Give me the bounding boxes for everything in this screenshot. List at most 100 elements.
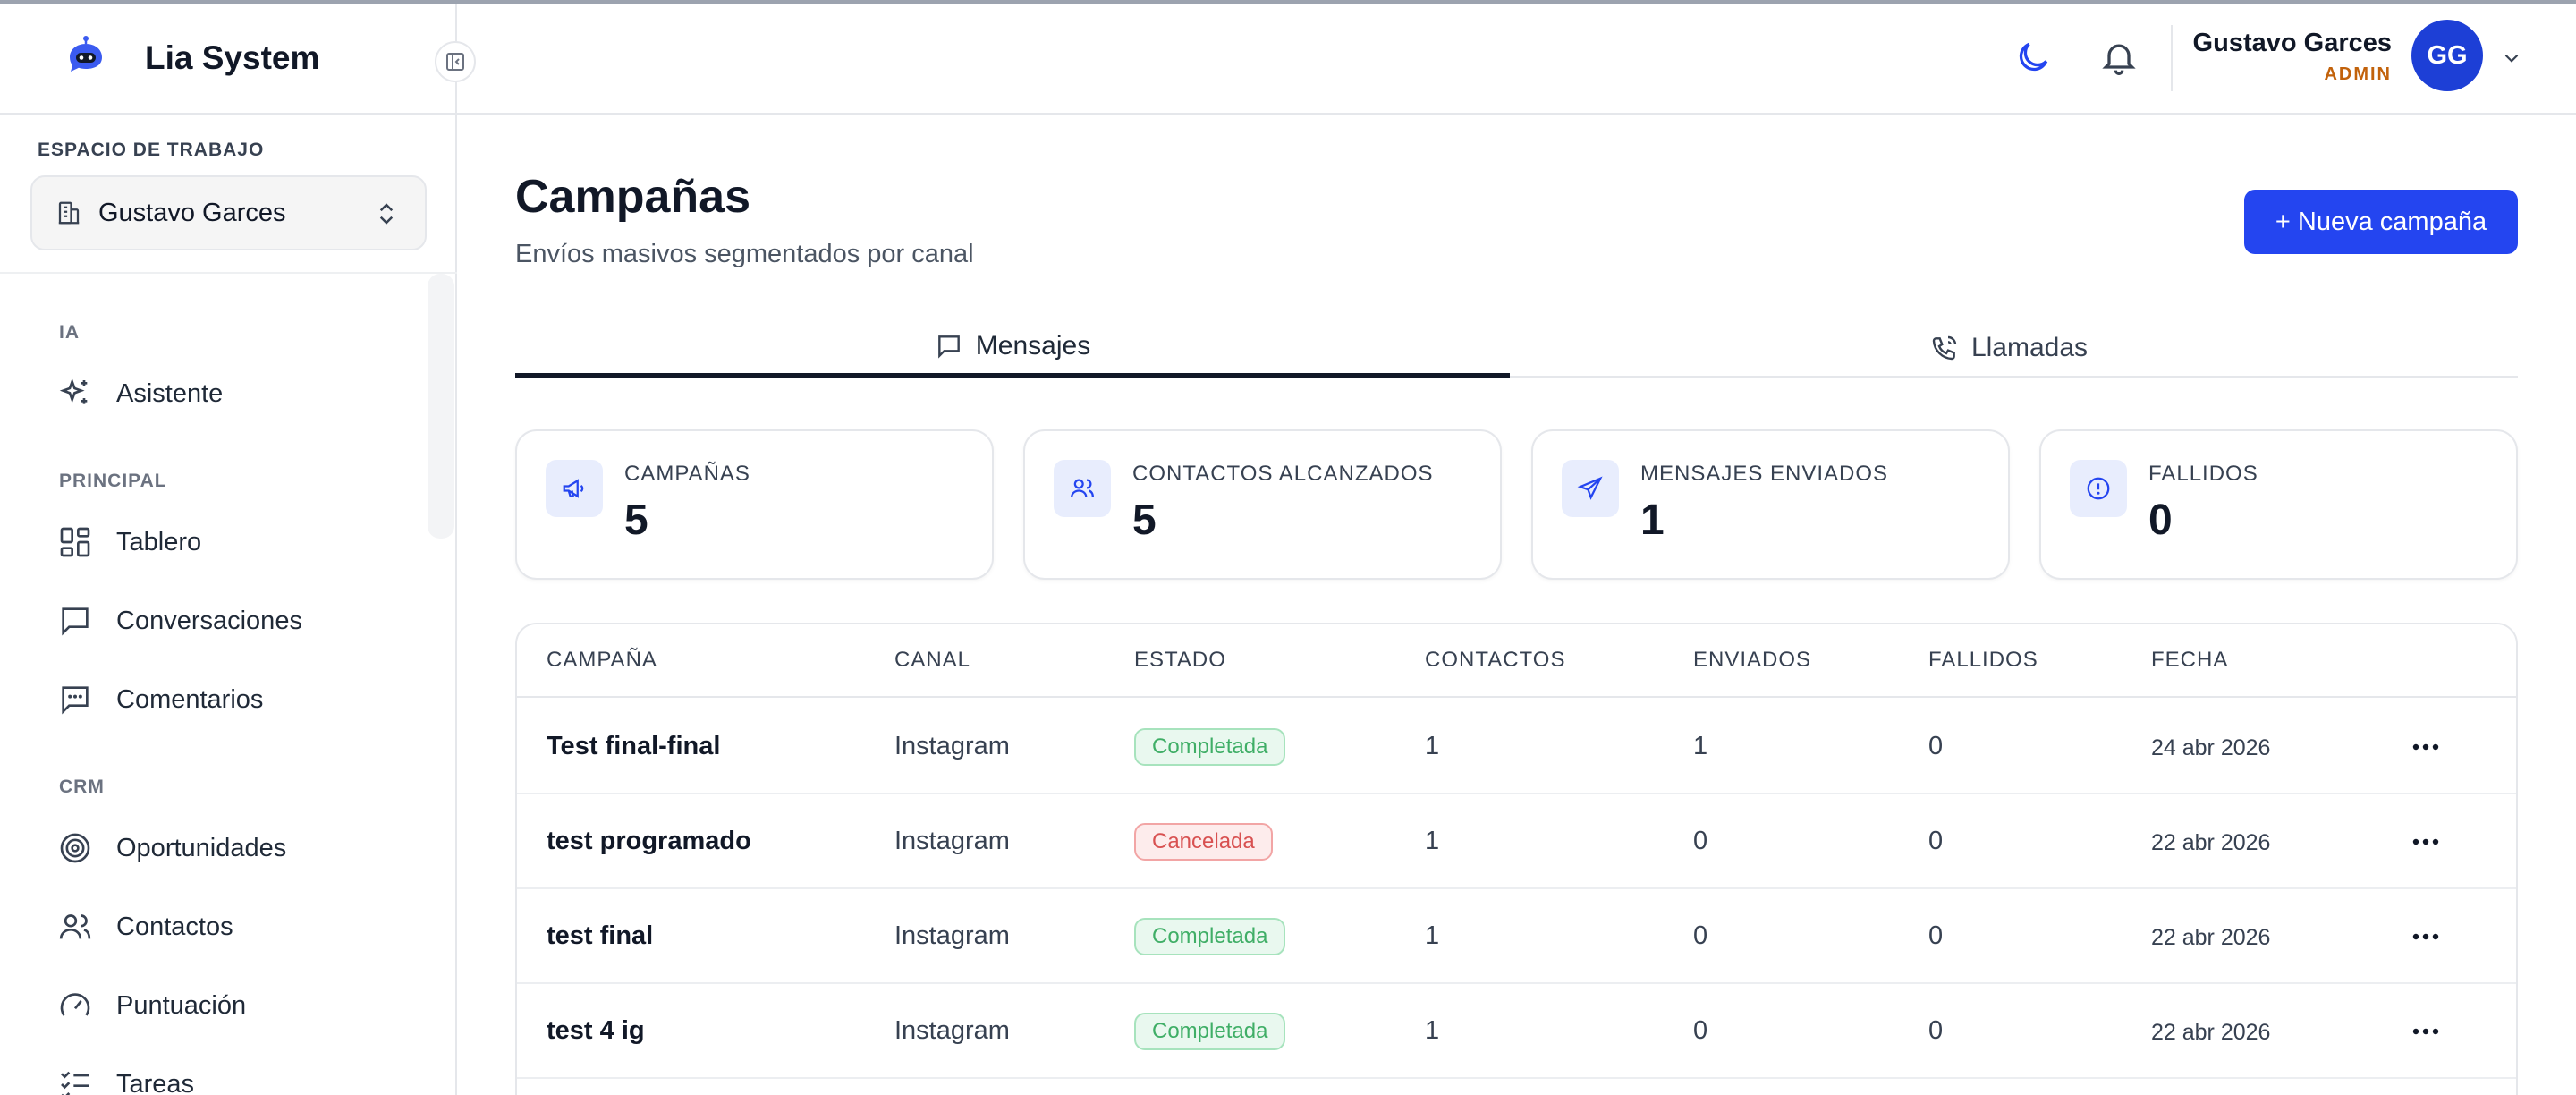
- campaign-date: 22 abr 2026: [2151, 925, 2271, 950]
- table-row[interactable]: Test final-final Instagram Completada 1 …: [517, 700, 2516, 794]
- stat-icon-wrap: [1054, 460, 1111, 517]
- sidebar-item-label: Conversaciones: [116, 606, 302, 635]
- status-badge: Completada: [1134, 1013, 1286, 1050]
- header-separator: [2171, 25, 2173, 91]
- workspace-name: Gustavo Garces: [98, 198, 286, 227]
- campaign-name: test programado: [547, 827, 751, 855]
- list-checks-icon: [61, 1071, 89, 1095]
- campaign-contacts: 1: [1425, 1016, 1440, 1045]
- campaign-failed: 0: [1928, 827, 1944, 855]
- gauge-icon: [60, 993, 90, 1016]
- more-horizontal-icon: [2412, 838, 2439, 845]
- sidebar: Lia System ESPACIO DE TRABAJO Gustavo Ga…: [0, 4, 457, 1095]
- sidebar-item-tablero[interactable]: Tablero: [57, 515, 201, 569]
- campaigns-table: CAMPAÑA CANAL ESTADO CONTACTOS ENVIADOS …: [515, 623, 2518, 1095]
- sidebar-item-comentarios[interactable]: Comentarios: [57, 673, 263, 726]
- campaign-sent: 0: [1693, 1016, 1708, 1045]
- table-row[interactable]: test 4 ig Instagram Completada 1 0 0 22 …: [517, 984, 2516, 1079]
- stat-value: 0: [2148, 497, 2173, 544]
- campaign-name: test 4 ig: [547, 1016, 645, 1045]
- row-actions-button[interactable]: [2408, 923, 2444, 950]
- workspace-selector[interactable]: Gustavo Garces: [30, 175, 427, 250]
- stat-value: 1: [1640, 497, 1665, 544]
- stat-label: CONTACTOS ALCANZADOS: [1132, 462, 1434, 486]
- more-horizontal-icon: [2412, 743, 2439, 751]
- sidebar-item-oportunidades[interactable]: Oportunidades: [57, 821, 286, 875]
- table-row[interactable]: test final Instagram Completada 1 0 0 22…: [517, 889, 2516, 984]
- stat-label: CAMPAÑAS: [624, 462, 750, 486]
- campaign-channel: Instagram: [894, 732, 1010, 760]
- sidebar-item-tareas[interactable]: Tareas: [57, 1057, 194, 1095]
- campaign-failed: 0: [1928, 921, 1944, 950]
- dashboard-icon: [60, 527, 90, 557]
- sidebar-item-puntuacion[interactable]: Puntuación: [57, 979, 246, 1032]
- campaign-sent: 1: [1693, 732, 1708, 760]
- column-header-campana[interactable]: CAMPAÑA: [547, 648, 657, 673]
- campaign-contacts: 1: [1425, 827, 1440, 855]
- page-title: Campañas: [515, 171, 750, 223]
- sidebar-item-contactos[interactable]: Contactos: [57, 900, 233, 954]
- column-header-enviados[interactable]: ENVIADOS: [1693, 648, 1811, 673]
- section-label-ia: IA: [59, 322, 80, 343]
- sidebar-item-conversaciones[interactable]: Conversaciones: [57, 594, 302, 648]
- stat-card-campanas: CAMPAÑAS 5: [515, 429, 994, 580]
- message-square-icon: [937, 335, 960, 359]
- campaign-channel: Instagram: [894, 827, 1010, 855]
- workspace-label: ESPACIO DE TRABAJO: [38, 140, 265, 160]
- section-label-crm: CRM: [59, 777, 105, 797]
- sidebar-item-label: Comentarios: [116, 684, 264, 714]
- chevron-down-icon[interactable]: [2500, 47, 2523, 70]
- campaign-channel: Instagram: [894, 921, 1010, 950]
- campaign-name: Test final-final: [547, 732, 721, 760]
- stat-card-contactos: CONTACTOS ALCANZADOS 5: [1023, 429, 1502, 580]
- stat-icon-wrap: [2070, 460, 2127, 517]
- column-header-estado[interactable]: ESTADO: [1134, 648, 1226, 673]
- stat-icon-wrap: [546, 460, 603, 517]
- row-actions-button[interactable]: [2408, 828, 2444, 855]
- avatar[interactable]: GG: [2411, 20, 2483, 91]
- tab-mensajes[interactable]: Mensajes: [515, 318, 1510, 378]
- brand-header: Lia System: [0, 4, 457, 115]
- sidebar-item-label: Tareas: [116, 1069, 195, 1095]
- collapse-sidebar-button[interactable]: [435, 41, 476, 82]
- divider: [0, 272, 457, 274]
- more-horizontal-icon: [2412, 1028, 2439, 1035]
- campaign-sent: 0: [1693, 921, 1708, 950]
- campaign-date: 24 abr 2026: [2151, 735, 2271, 760]
- column-header-fecha[interactable]: FECHA: [2151, 648, 2228, 673]
- campaign-channel: Instagram: [894, 1016, 1010, 1045]
- sidebar-item-label: Oportunidades: [116, 833, 287, 862]
- users-icon: [59, 914, 91, 939]
- table-row[interactable]: test programado Instagram Cancelada 1 0 …: [517, 794, 2516, 889]
- column-header-canal[interactable]: CANAL: [894, 648, 970, 673]
- sidebar-scrollbar[interactable]: [428, 274, 454, 539]
- campaign-failed: 0: [1928, 1016, 1944, 1045]
- sidebar-item-asistente[interactable]: Asistente: [57, 367, 223, 420]
- message-dots-icon: [62, 686, 89, 715]
- tab-llamadas[interactable]: Llamadas: [1512, 318, 2506, 378]
- new-campaign-button[interactable]: + Nueva campaña: [2244, 190, 2518, 254]
- moon-icon[interactable]: [2013, 38, 2053, 77]
- page-subtitle: Envíos masivos segmentados por canal: [515, 240, 974, 268]
- tab-label: Llamadas: [1970, 333, 2089, 362]
- campaign-contacts: 1: [1425, 732, 1440, 760]
- campaign-sent: 0: [1693, 827, 1708, 855]
- row-actions-button[interactable]: [2408, 734, 2444, 760]
- tab-label: Mensajes: [975, 330, 1091, 361]
- row-actions-button[interactable]: [2408, 1018, 2444, 1045]
- channel-tabs: Mensajes Llamadas: [515, 318, 2518, 378]
- table-header: CAMPAÑA CANAL ESTADO CONTACTOS ENVIADOS …: [517, 624, 2516, 698]
- status-badge: Completada: [1134, 918, 1286, 955]
- users-icon: [1071, 479, 1094, 498]
- top-header: Gustavo Garces ADMIN GG: [457, 4, 2576, 115]
- sidebar-item-label: Puntuación: [116, 990, 247, 1020]
- sparkles-icon: [59, 378, 88, 404]
- column-header-fallidos[interactable]: FALLIDOS: [1928, 648, 2038, 673]
- campaign-date: 22 abr 2026: [2151, 830, 2271, 855]
- column-header-contactos[interactable]: CONTACTOS: [1425, 648, 1565, 673]
- user-name: Gustavo Garces: [2192, 29, 2392, 57]
- sidebar-item-label: Contactos: [116, 912, 233, 941]
- robot-logo-icon: [70, 36, 102, 72]
- bell-icon[interactable]: [2099, 38, 2139, 77]
- phone-call-icon: [1932, 335, 1957, 361]
